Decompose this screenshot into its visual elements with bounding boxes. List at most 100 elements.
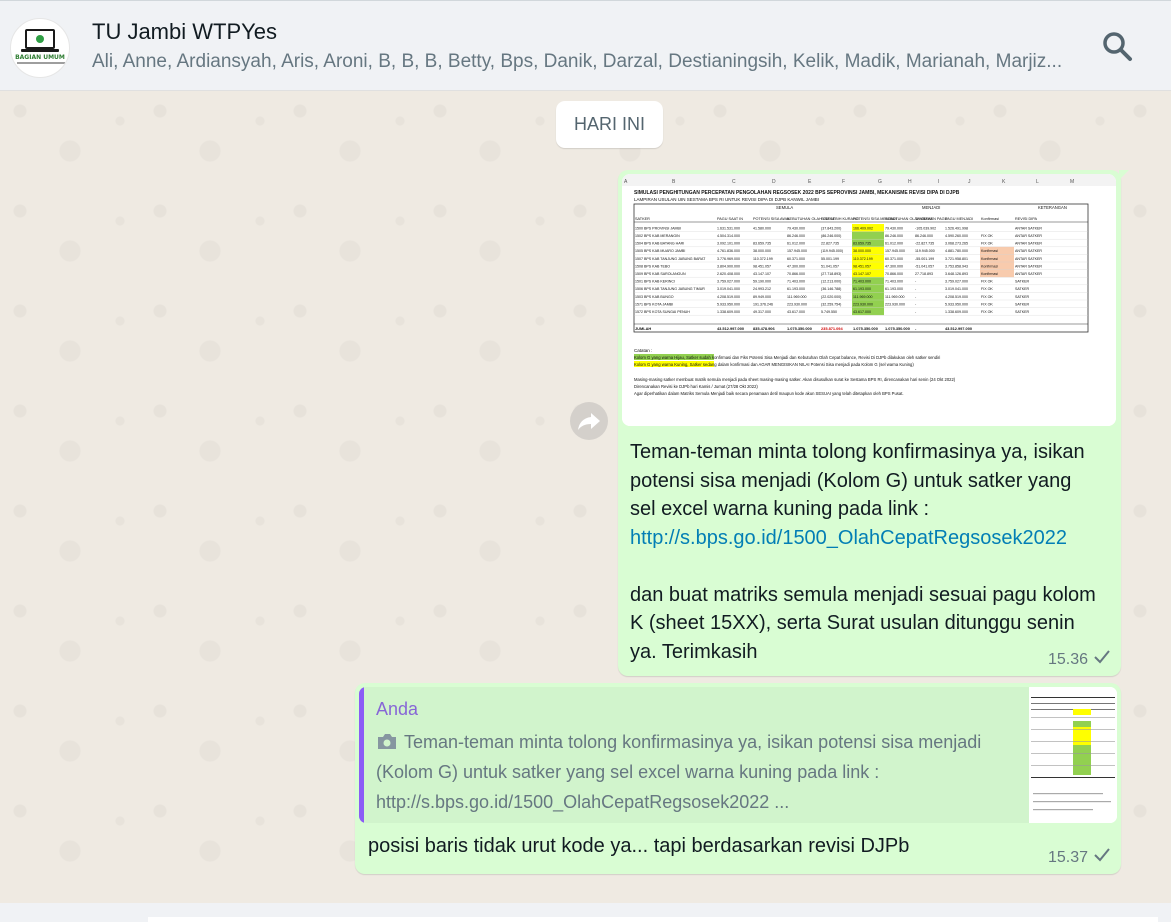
message-text-part-1: Teman-teman minta tolong konfirmasinya y… bbox=[630, 441, 1091, 520]
table-cell: 43.617.000 bbox=[853, 310, 871, 314]
table-cell: 86.246.000 bbox=[885, 234, 903, 238]
search-button[interactable] bbox=[1100, 29, 1136, 65]
table-cell: 38.000.000 bbox=[853, 249, 871, 253]
table-cell: (27.718.893) bbox=[821, 272, 841, 276]
table-cell: ANTAR SATKER bbox=[1015, 264, 1042, 268]
total-cell: 43.512.997.000 bbox=[945, 326, 972, 331]
table-cell: SATKER bbox=[1015, 287, 1030, 291]
table-cell: 83.659.735 bbox=[753, 242, 771, 246]
total-cell: 1.075.350.000 bbox=[787, 326, 812, 331]
table-cell: 70.866.000 bbox=[885, 272, 903, 276]
table-cell: (86.246.000) bbox=[821, 234, 841, 238]
group-avatar[interactable]: BAGIAN UMUM bbox=[10, 18, 70, 78]
group-header: KETERANGAN bbox=[1038, 205, 1067, 210]
table-cell: 71.403.000 bbox=[853, 280, 871, 284]
table-cell: 3.092.101.000 bbox=[717, 242, 740, 246]
table-cell: 223.930.000 bbox=[885, 302, 905, 306]
table-cell: FIX OK bbox=[981, 295, 993, 299]
table-cell: 119.945.000 bbox=[915, 249, 935, 253]
svg-text:Kolom G yang warna Kuning, Sat: Kolom G yang warna Kuning, Satker sedang… bbox=[634, 362, 914, 367]
message-bubble-outgoing[interactable]: ABCDEFGHIJKLM SIMULASI PENGHITUNGAN PERC… bbox=[618, 170, 1129, 676]
table-cell: 1.526.491.998 bbox=[945, 226, 968, 230]
total-cell: 1.075.350.000 bbox=[853, 326, 878, 331]
column-header: PAGU SAAT IN bbox=[717, 217, 743, 221]
table-cell: 111.969.000 bbox=[853, 295, 872, 299]
table-cell: 71.403.000 bbox=[885, 280, 903, 284]
quote-text: Teman-teman minta tolong konfirmasinya y… bbox=[376, 732, 982, 812]
table-cell: 38.000.000 bbox=[753, 249, 771, 253]
table-cell: 3.776.969.000 bbox=[717, 257, 740, 261]
table-cell: FIX OK bbox=[981, 287, 993, 291]
message-link[interactable]: http://s.bps.go.id/1500_OlahCepatRegsose… bbox=[630, 527, 1067, 549]
table-cell: 83.659.735 bbox=[853, 242, 871, 246]
avatar-logo-text: BAGIAN UMUM bbox=[15, 54, 65, 61]
table-cell: 55.001.199 bbox=[821, 257, 839, 261]
table-cell: 60.371.000 bbox=[885, 257, 903, 261]
message-bubble-outgoing-reply[interactable]: Anda Teman-teman minta tolong konfirmasi… bbox=[355, 683, 1121, 874]
table-cell: 98.451.057 bbox=[753, 264, 771, 268]
table-cell: 41.580.000 bbox=[753, 226, 771, 230]
table-cell: 3.019.041.000 bbox=[717, 287, 740, 291]
column-letter: L bbox=[1036, 179, 1039, 185]
table-cell: 61.193.000 bbox=[885, 287, 903, 291]
table-cell: SATKER bbox=[1015, 310, 1030, 314]
message-input[interactable] bbox=[148, 917, 1158, 922]
total-cell: 43.512.997.000 bbox=[717, 326, 744, 331]
svg-text:Agar diperhatikan dalam Matrik: Agar diperhatikan dalam Matriks Semula M… bbox=[634, 391, 904, 396]
table-cell: 60.371.000 bbox=[787, 257, 805, 261]
reply-text: posisi baris tidak urut kode ya... tapi … bbox=[368, 835, 910, 857]
total-cell: 1.075.350.000 bbox=[885, 326, 910, 331]
table-cell: 1501 BPS KAB KERINCI bbox=[635, 280, 675, 284]
quote-bar bbox=[359, 687, 364, 823]
table-cell: SATKER bbox=[1015, 302, 1030, 306]
table-cell: ANTAR SATKER bbox=[1015, 257, 1042, 261]
table-cell: 43.147.107 bbox=[853, 272, 871, 276]
column-header: POTENSI SISA AWAL bbox=[753, 217, 791, 221]
table-cell: 5.749.550 bbox=[821, 310, 837, 314]
table-cell: ANTAR SATKER bbox=[1015, 226, 1042, 230]
table-cell: 1571 BPS KOTA JAMBI bbox=[635, 302, 673, 306]
table-cell: 1509 BPS KAB SAROLANGUN bbox=[635, 272, 686, 276]
column-header: TAMBAHAN PAGU bbox=[915, 217, 948, 221]
forward-button[interactable] bbox=[570, 402, 608, 440]
total-cell: 235.871.094 bbox=[821, 326, 843, 331]
table-cell: FIX OK bbox=[981, 242, 993, 246]
table-cell: 3.759.027.000 bbox=[717, 280, 740, 284]
image-attachment[interactable]: ABCDEFGHIJKLM SIMULASI PENGHITUNGAN PERC… bbox=[622, 174, 1116, 426]
quoted-message[interactable]: Anda Teman-teman minta tolong konfirmasi… bbox=[359, 687, 1117, 823]
table-cell: 4.761.836.000 bbox=[717, 249, 740, 253]
composer-bar[interactable] bbox=[0, 903, 1171, 922]
message-text: Teman-teman minta tolong konfirmasinya y… bbox=[630, 438, 1100, 666]
table-cell: 1506 BPS KAB TANJUNG JABUNG TIMUR bbox=[635, 287, 705, 291]
column-header: REVISI DIPA bbox=[1015, 217, 1038, 221]
spreadsheet-thumbnail: ABCDEFGHIJKLM SIMULASI PENGHITUNGAN PERC… bbox=[622, 174, 1116, 426]
table-cell: 49.317.000 bbox=[753, 310, 771, 314]
date-chip: HARI INI bbox=[556, 101, 663, 148]
chat-title[interactable]: TU Jambi WTPYes bbox=[92, 19, 277, 45]
table-cell: 191.376.246 bbox=[753, 302, 773, 306]
cell-highlight bbox=[852, 231, 884, 240]
table-cell: 61.193.000 bbox=[853, 287, 871, 291]
chat-members[interactable]: Ali, Anne, Ardiansyah, Aris, Aroni, B, B… bbox=[92, 51, 1062, 73]
svg-text:Kolom G yang warna Hijau, Satk: Kolom G yang warna Hijau, Satker sudah k… bbox=[634, 355, 940, 360]
table-cell: FIX OK bbox=[981, 234, 993, 238]
table-cell: 1503 BPS KAB BUNGO bbox=[635, 295, 674, 299]
table-cell: 111.969.000 bbox=[885, 295, 904, 299]
column-letter: H bbox=[908, 179, 912, 185]
table-cell: 43.617.000 bbox=[787, 310, 805, 314]
table-cell: 4.504.314.000 bbox=[717, 234, 740, 238]
table-cell: 2.620.408.000 bbox=[717, 272, 740, 276]
sheet-subtitle: LAMPIRAN USULAN UIN SESTAMA BPS RI UNTUK… bbox=[634, 197, 819, 202]
table-cell: 4.590.260.000 bbox=[945, 234, 968, 238]
svg-text:Masing-masing satker membuat m: Masing-masing satker membuat matrik semu… bbox=[634, 377, 956, 382]
table-cell: 5.933.950.000 bbox=[717, 302, 740, 306]
table-cell: 51.041.057 bbox=[821, 264, 839, 268]
table-cell: 43.147.107 bbox=[753, 272, 771, 276]
chat-header[interactable]: BAGIAN UMUM TU Jambi WTPYes Ali, Anne, A… bbox=[0, 0, 1171, 91]
column-letter: F bbox=[842, 179, 845, 185]
column-letter: D bbox=[772, 179, 776, 185]
table-cell: SATKER bbox=[1015, 280, 1030, 284]
table-cell: (36.146.788) bbox=[821, 287, 841, 291]
column-header: Konfirmasi bbox=[981, 217, 999, 221]
column-letter: G bbox=[878, 179, 882, 185]
